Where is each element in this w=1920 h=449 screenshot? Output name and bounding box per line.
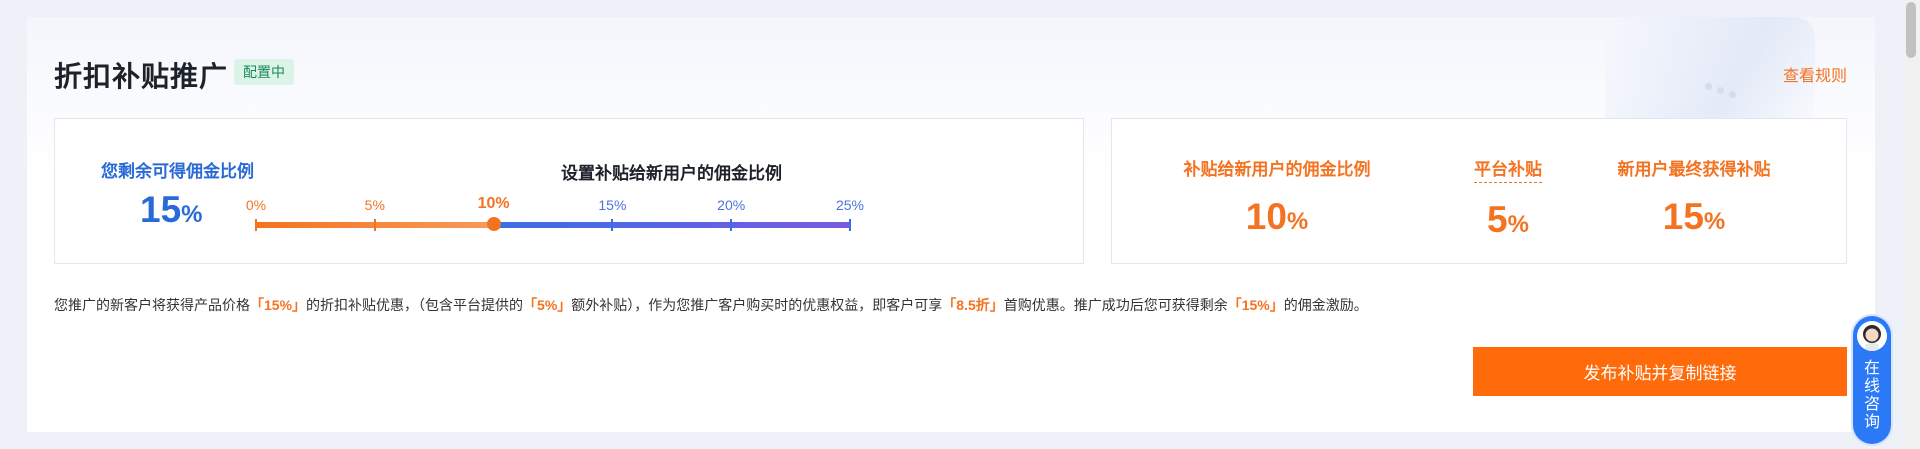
avatar [1857, 321, 1887, 351]
summary-panel: 补贴给新用户的佣金比例 10% 平台补贴 5% 新用户最终获得补贴 15% [1111, 118, 1847, 264]
summary-label: 补贴给新用户的佣金比例 [1183, 160, 1371, 179]
page-scrollbar[interactable] [1903, 0, 1920, 449]
slider-tick-label[interactable]: 20% [717, 197, 745, 213]
slider-tick-mark [849, 219, 851, 231]
status-badge: 配置中 [234, 59, 294, 85]
summary-platform-subsidy: 平台补贴 5% [1474, 155, 1542, 241]
remaining-commission-value: 15% [140, 189, 203, 230]
slider-tick-label[interactable]: 25% [836, 197, 864, 213]
slider-tick-mark [373, 219, 376, 231]
subsidy-description: 您推广的新客户将获得产品价格「15%」的折扣补贴优惠，（包含平台提供的「5%」额… [54, 297, 1368, 313]
summary-value: 5% [1487, 199, 1529, 240]
summary-value: 15% [1662, 196, 1726, 237]
commission-panel: 您剩余可得佣金比例 15% 设置补贴给新用户的佣金比例 0% 5% 10% 15% 20… [54, 118, 1084, 264]
slider-tick-label[interactable]: 5% [365, 197, 385, 213]
subsidy-card: 折扣补贴推广 配置中 查看规则 您剩余可得佣金比例 15% 设置补贴给新用户的佣… [27, 17, 1875, 432]
slider-tick-mark [730, 219, 733, 231]
summary-value: 10% [1245, 196, 1309, 237]
slider-handle[interactable] [486, 217, 501, 231]
online-consult-button[interactable]: 在线咨询 [1853, 316, 1891, 444]
slider-tick-mark [255, 219, 257, 231]
publish-and-copy-link-button[interactable]: 发布补贴并复制链接 [1473, 347, 1847, 396]
summary-label: 新用户最终获得补贴 [1617, 160, 1771, 179]
view-rules-link[interactable]: 查看规则 [1783, 62, 1847, 86]
summary-final-subsidy: 新用户最终获得补贴 15% [1618, 155, 1771, 238]
scrollbar-thumb[interactable] [1906, 2, 1916, 58]
slider-tick-label[interactable]: 15% [598, 197, 626, 213]
slider-tick-label[interactable]: 10% [478, 195, 510, 213]
page-title: 折扣补贴推广 [54, 61, 229, 92]
online-consult-label: 在线咨询 [1863, 360, 1880, 431]
platform-subsidy-label[interactable]: 平台补贴 [1474, 155, 1542, 183]
remaining-commission-label: 您剩余可得佣金比例 [101, 162, 254, 181]
slider-tick-mark [611, 219, 614, 231]
slider-tick-label[interactable]: 0% [246, 197, 266, 213]
support-agent-avatar-icon [1863, 325, 1881, 351]
slider-title: 设置补贴给新用户的佣金比例 [561, 164, 782, 183]
slider-track-rest [493, 222, 850, 228]
summary-new-user-commission: 补贴给新用户的佣金比例 10% [1184, 155, 1371, 238]
